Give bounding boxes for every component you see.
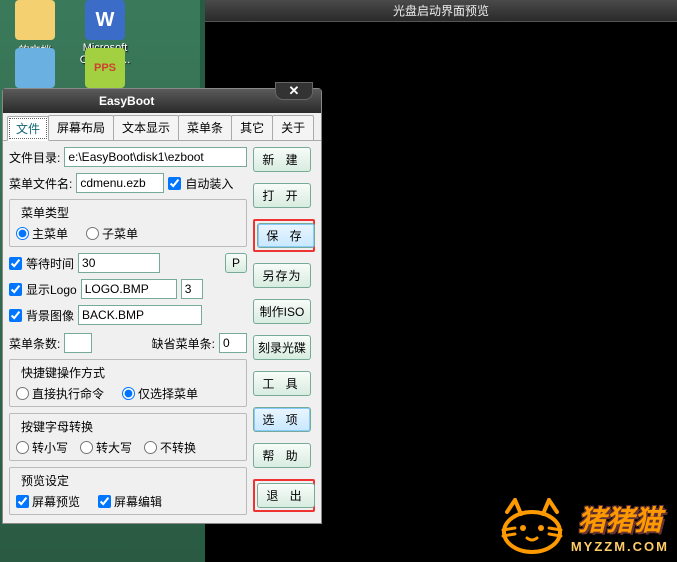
help-button[interactable]: 帮 助	[253, 443, 311, 468]
open-button[interactable]: 打 开	[253, 183, 311, 208]
preview-title: 光盘启动界面预览	[205, 0, 677, 22]
bgimage-checkbox[interactable]: 背景图像	[9, 307, 74, 324]
filedir-input[interactable]	[64, 147, 247, 167]
tab-file[interactable]: 文件	[7, 116, 49, 141]
chk-edit[interactable]: 屏幕编辑	[98, 493, 162, 510]
makeiso-button[interactable]: 制作ISO	[253, 299, 311, 324]
radio-noconv[interactable]: 不转换	[144, 439, 196, 456]
tab-menu[interactable]: 菜单条	[178, 115, 232, 140]
watermark-sub: MYZZM.COM	[571, 539, 669, 554]
shortcut-legend: 快捷键操作方式	[18, 364, 108, 381]
radio-lower[interactable]: 转小写	[16, 439, 68, 456]
radio-upper[interactable]: 转大写	[80, 439, 132, 456]
defaultmenu-input[interactable]	[219, 333, 247, 353]
radio-exec[interactable]: 直接执行命令	[16, 385, 104, 402]
menucount-input[interactable]	[64, 333, 92, 353]
defaultmenu-label: 缺省菜单条:	[152, 335, 215, 352]
tab-layout[interactable]: 屏幕布局	[48, 115, 114, 140]
waittime-checkbox[interactable]: 等待时间	[9, 255, 74, 272]
chk-preview[interactable]: 屏幕预览	[16, 493, 80, 510]
save-button[interactable]: 保 存	[257, 223, 315, 248]
tabstrip: 文件 屏幕布局 文本显示 菜单条 其它 关于	[3, 113, 321, 141]
cat-icon	[497, 498, 567, 554]
titlebar[interactable]: EasyBoot ✕	[3, 89, 321, 113]
tab-about[interactable]: 关于	[272, 115, 314, 140]
close-button[interactable]: ✕	[275, 82, 313, 100]
tab-text[interactable]: 文本显示	[113, 115, 179, 140]
showlogo-checkbox[interactable]: 显示Logo	[9, 281, 77, 298]
showlogo-num[interactable]	[181, 279, 203, 299]
waittime-input[interactable]	[78, 253, 160, 273]
menucount-label: 菜单条数:	[9, 335, 60, 352]
tools-button[interactable]: 工 具	[253, 371, 311, 396]
easyboot-window: EasyBoot ✕ 文件 屏幕布局 文本显示 菜单条 其它 关于 文件目录: …	[2, 88, 322, 524]
menufile-label: 菜单文件名:	[9, 175, 72, 192]
saveas-button[interactable]: 另存为	[253, 263, 311, 288]
previewset-legend: 预览设定	[18, 472, 72, 489]
radio-mainmenu[interactable]: 主菜单	[16, 225, 68, 242]
filedir-label: 文件目录:	[9, 149, 60, 166]
bgimage-input[interactable]	[78, 305, 202, 325]
window-title: EasyBoot	[99, 94, 154, 108]
radio-select[interactable]: 仅选择菜单	[122, 385, 198, 402]
watermark: 猪猪猫 MYZZM.COM	[497, 498, 669, 554]
case-legend: 按键字母转换	[18, 418, 96, 435]
autoload-checkbox[interactable]: 自动装入	[168, 175, 233, 192]
watermark-text: 猪猪猫	[571, 499, 669, 539]
tab-other[interactable]: 其它	[231, 115, 273, 140]
menufile-input[interactable]	[76, 173, 164, 193]
options-button[interactable]: 选 项	[253, 407, 311, 432]
radio-submenu[interactable]: 子菜单	[86, 225, 138, 242]
p-button[interactable]: P	[225, 253, 247, 273]
menutype-legend: 菜单类型	[18, 204, 72, 221]
showlogo-input[interactable]	[81, 279, 177, 299]
new-button[interactable]: 新 建	[253, 147, 311, 172]
burn-button[interactable]: 刻录光碟	[253, 335, 311, 360]
exit-button[interactable]: 退 出	[257, 483, 315, 508]
